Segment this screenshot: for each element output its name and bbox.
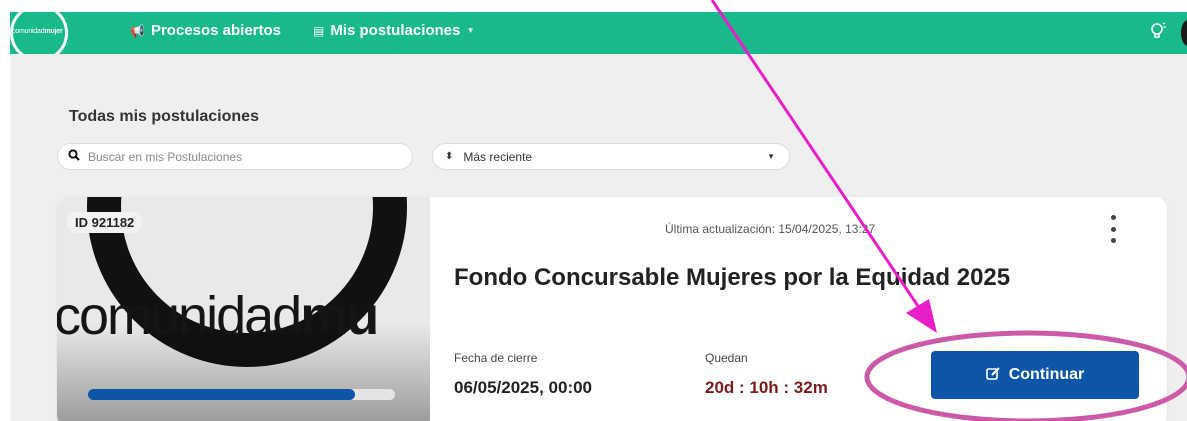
edit-icon bbox=[985, 366, 1001, 384]
continue-button-label: Continuar bbox=[1008, 366, 1085, 383]
id-badge: ID 921182 bbox=[67, 212, 143, 233]
nav-item-procesos-abiertos[interactable]: 📢 Procesos abiertos bbox=[130, 22, 281, 39]
search-input[interactable] bbox=[88, 149, 388, 164]
progress-bar bbox=[88, 389, 395, 400]
nav-item-label: Procesos abiertos bbox=[150, 22, 282, 39]
page-title: Todas mis postulaciones bbox=[69, 108, 259, 125]
more-options-icon[interactable] bbox=[1105, 215, 1121, 243]
screen: comunidadmujer 📢 Procesos abiertos ▤ Mis… bbox=[0, 0, 1187, 421]
search-field[interactable] bbox=[57, 143, 413, 170]
sort-selected-value: Más reciente bbox=[463, 149, 533, 164]
nav-item-label: Mis postulaciones bbox=[330, 22, 461, 39]
search-icon bbox=[68, 149, 80, 164]
card-title: Fondo Concursable Mujeres por la Equidad… bbox=[454, 264, 1011, 291]
progress-bar-fill bbox=[88, 389, 356, 400]
last-updated: Última actualización: 15/04/2025, 13:27 bbox=[665, 222, 876, 236]
top-navbar: comunidadmujer 📢 Procesos abiertos ▤ Mis… bbox=[10, 4, 1187, 62]
logo-text: comunidadmujer bbox=[12, 28, 63, 35]
chevron-down-icon: ▼ bbox=[767, 152, 775, 161]
deadline-label: Fecha de cierre bbox=[454, 351, 538, 365]
deadline-value: 06/05/2025, 00:00 bbox=[454, 378, 593, 397]
countdown-value: 20d : 10h : 32m bbox=[705, 378, 828, 397]
application-card: comunidadmu ID 921182 Última actualizaci… bbox=[57, 197, 1167, 421]
sort-icon: ⬍ bbox=[445, 151, 454, 162]
megaphone-icon: 📢 bbox=[130, 23, 145, 38]
nav-item-mis-postulaciones[interactable]: ▤ Mis postulaciones ▾ bbox=[313, 22, 473, 39]
clipboard-icon: ▤ bbox=[313, 23, 325, 38]
avatar[interactable] bbox=[1181, 20, 1187, 46]
chevron-down-icon: ▾ bbox=[468, 25, 473, 35]
lightbulb-icon[interactable] bbox=[1149, 22, 1167, 47]
sort-select[interactable]: ⬍ Más reciente ▼ bbox=[432, 143, 790, 170]
continue-button[interactable]: Continuar bbox=[931, 351, 1139, 399]
remaining-label: Quedan bbox=[705, 351, 748, 365]
card-image: comunidadmu ID 921182 bbox=[57, 197, 430, 421]
